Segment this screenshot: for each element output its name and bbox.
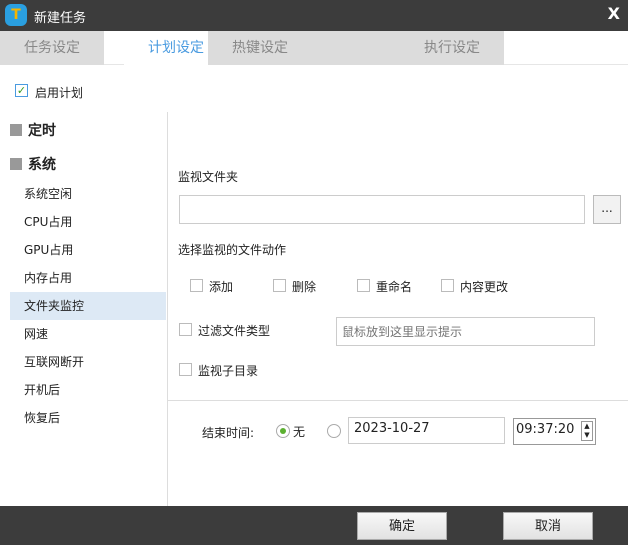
- sidebar-item-cpu[interactable]: CPU占用: [10, 208, 166, 236]
- browse-button[interactable]: ...: [593, 195, 621, 224]
- tab-task-settings[interactable]: 任务设定: [0, 31, 104, 65]
- group-icon: [10, 124, 22, 136]
- sidebar-item-memory[interactable]: 内存占用: [10, 264, 166, 292]
- subdir-label: 监视子目录: [198, 364, 259, 378]
- end-time-value: 09:37:20: [516, 422, 575, 437]
- sidebar-item-internet-disconnect[interactable]: 互联网断开: [10, 348, 166, 376]
- action-rename-label: 重命名: [376, 280, 413, 294]
- title-bar: T 新建任务 X: [0, 0, 628, 31]
- app-logo-icon: T: [5, 4, 27, 26]
- sidebar-item-idle[interactable]: 系统空闲: [10, 180, 166, 208]
- sidebar-item-after-resume[interactable]: 恢复后: [10, 404, 166, 432]
- folder-input[interactable]: [179, 195, 585, 224]
- filter-type-input[interactable]: [336, 317, 595, 346]
- sidebar-group-timer[interactable]: 定时: [10, 120, 56, 140]
- filter-type-label: 过滤文件类型: [198, 324, 271, 338]
- divider: [168, 400, 628, 401]
- sidebar-item-network-speed[interactable]: 网速: [10, 320, 166, 348]
- sidebar-item-folder-monitor[interactable]: 文件夹监控: [10, 292, 166, 320]
- action-rename-checkbox[interactable]: [357, 279, 370, 292]
- enable-plan-label: 启用计划: [35, 86, 84, 100]
- end-time-none-radio[interactable]: [276, 424, 290, 438]
- folder-label: 监视文件夹: [178, 170, 239, 184]
- enable-plan-checkbox[interactable]: ✓: [15, 84, 28, 97]
- sidebar-group-system[interactable]: 系统: [10, 154, 56, 174]
- sidebar-item-gpu[interactable]: GPU占用: [10, 236, 166, 264]
- end-time-label: 结束时间:: [202, 426, 255, 440]
- action-modify-checkbox[interactable]: [441, 279, 454, 292]
- subdir-checkbox[interactable]: [179, 363, 192, 376]
- end-time-none-label: 无: [293, 425, 306, 439]
- tab-bar: 任务设定 计划设定 热键设定 执行设定: [0, 31, 628, 65]
- end-time-date-radio[interactable]: [327, 424, 341, 438]
- tab-hotkey-settings[interactable]: 热键设定: [208, 31, 416, 65]
- action-delete-label: 删除: [292, 280, 317, 294]
- group-icon: [10, 158, 22, 170]
- filter-type-checkbox[interactable]: [179, 323, 192, 336]
- action-modify-label: 内容更改: [460, 280, 509, 294]
- end-time-input[interactable]: 09:37:20 ▲ ▼: [513, 418, 596, 445]
- window-title: 新建任务: [34, 11, 87, 26]
- tab-exec-settings[interactable]: 执行设定: [400, 31, 504, 65]
- sidebar-divider: [167, 112, 168, 506]
- end-date-input[interactable]: 2023-10-27: [348, 417, 505, 444]
- action-add-checkbox[interactable]: [190, 279, 203, 292]
- sidebar-item-after-boot[interactable]: 开机后: [10, 376, 166, 404]
- action-delete-checkbox[interactable]: [273, 279, 286, 292]
- time-spinner[interactable]: ▲ ▼: [581, 421, 593, 441]
- action-add-label: 添加: [209, 280, 234, 294]
- actions-label: 选择监视的文件动作: [178, 243, 287, 257]
- footer-bar: 确定 取消: [0, 506, 628, 545]
- cancel-button[interactable]: 取消: [503, 512, 593, 540]
- close-button[interactable]: X: [608, 4, 620, 23]
- ok-button[interactable]: 确定: [357, 512, 447, 540]
